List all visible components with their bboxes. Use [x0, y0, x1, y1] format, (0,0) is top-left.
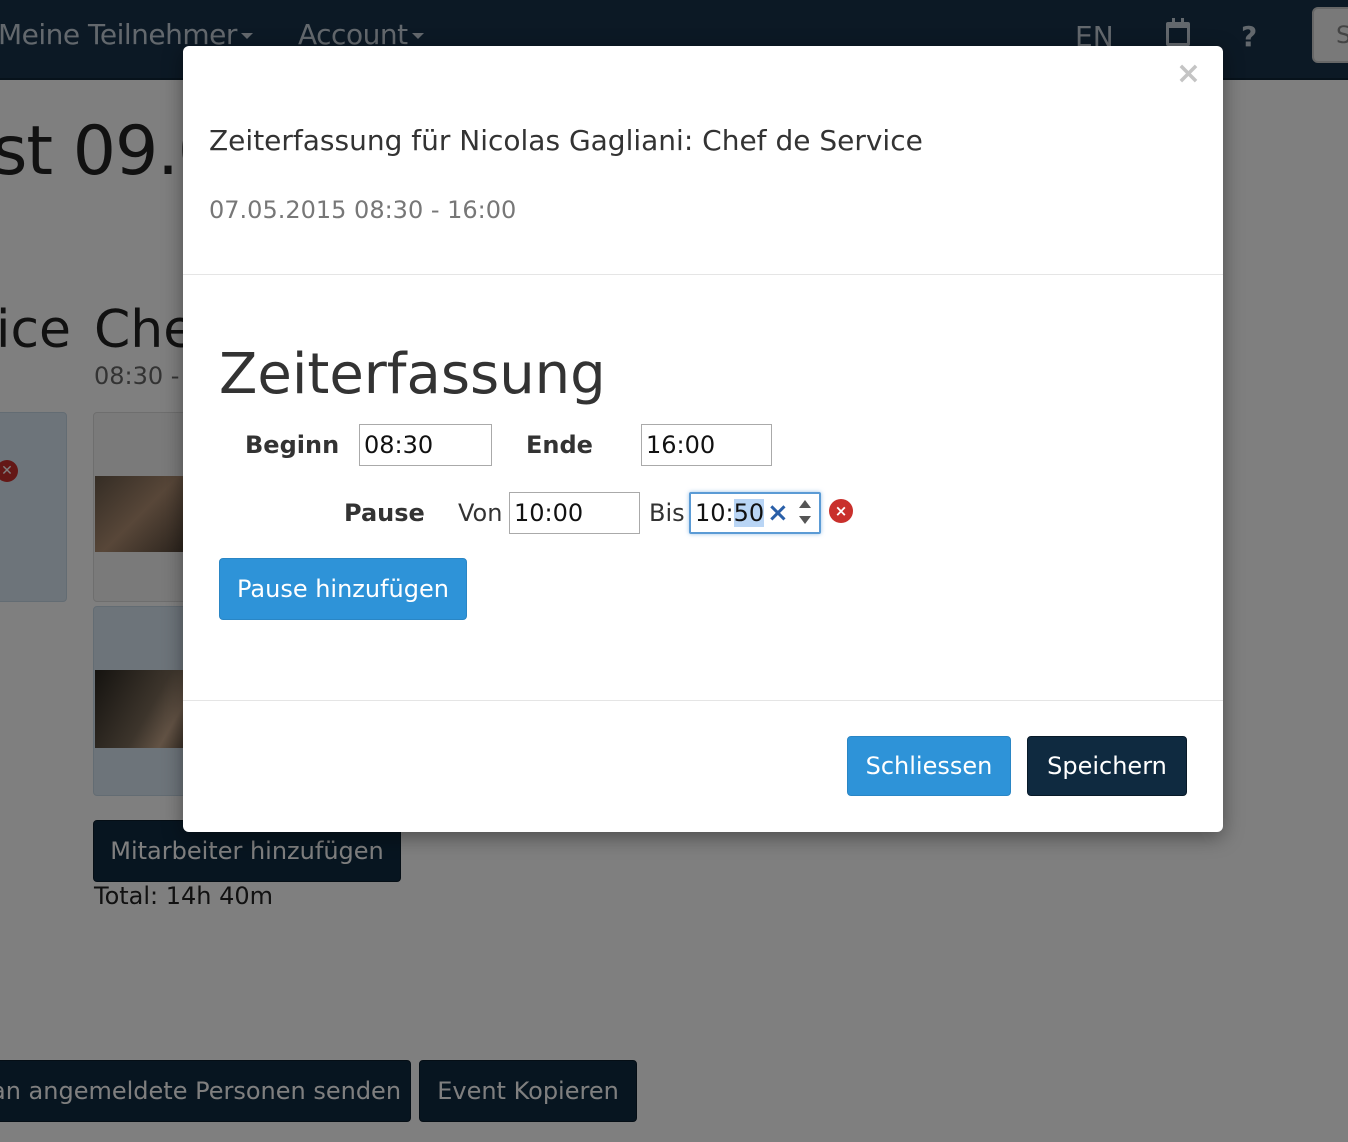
pause-to-minutes-selected: 50 — [733, 499, 765, 527]
stepper-up-icon[interactable] — [799, 500, 811, 508]
pause-from-input[interactable] — [509, 492, 640, 534]
clear-icon[interactable]: × — [767, 498, 789, 528]
modal-title: Zeiterfassung für Nicolas Gagliani: Chef… — [209, 124, 923, 157]
pause-to-input[interactable]: 10:50 × — [689, 492, 821, 534]
end-label: Ende — [526, 431, 593, 459]
begin-label: Beginn — [245, 431, 340, 459]
remove-pause-icon[interactable]: × — [829, 499, 853, 523]
time-stepper[interactable] — [795, 498, 815, 528]
time-tracking-modal: × Zeiterfassung für Nicolas Gagliani: Ch… — [183, 46, 1223, 832]
begin-time-input[interactable] — [359, 424, 492, 466]
end-time-input[interactable] — [641, 424, 772, 466]
close-button[interactable]: Schliessen — [847, 736, 1011, 796]
pause-label: Pause — [344, 499, 425, 527]
pause-to-label: Bis — [649, 499, 685, 527]
stepper-down-icon[interactable] — [799, 516, 811, 524]
pause-from-label: Von — [458, 499, 503, 527]
pause-to-hours: 10: — [695, 499, 734, 527]
header-divider — [183, 274, 1223, 275]
save-button[interactable]: Speichern — [1027, 736, 1187, 796]
modal-subtitle: 07.05.2015 08:30 - 16:00 — [209, 196, 517, 224]
footer-divider — [183, 700, 1223, 701]
close-icon[interactable]: × — [1176, 56, 1201, 91]
add-pause-button[interactable]: Pause hinzufügen — [219, 558, 467, 620]
pause-to-value: 10:50 — [695, 499, 765, 527]
section-title: Zeiterfassung — [219, 342, 606, 407]
